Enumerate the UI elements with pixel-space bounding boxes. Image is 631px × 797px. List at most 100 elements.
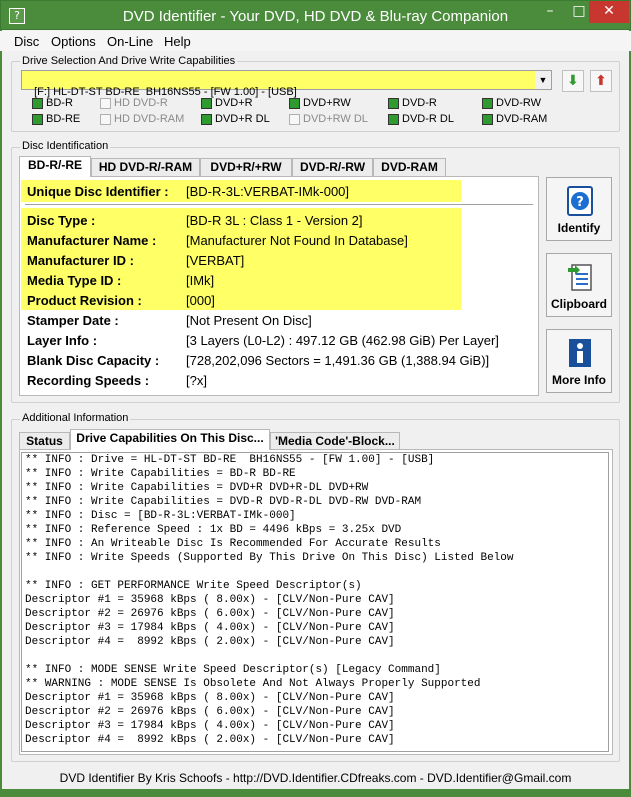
cap-label: DVD+RW: [303, 97, 351, 109]
cap-label: BD-R: [46, 97, 73, 109]
cap-bd-r: BD-R: [32, 97, 73, 111]
checkbox-checked-icon: [32, 98, 43, 109]
cap-dvd-plus-rw-dl: DVD+RW DL: [289, 113, 368, 127]
cap-label: DVD+R DL: [215, 113, 270, 125]
menu-bar: Disc Options On-Line Help: [0, 31, 631, 51]
menu-options[interactable]: Options: [51, 34, 96, 49]
log-line: Descriptor #2 = 26976 kBps ( 6.00x) - [C…: [25, 706, 395, 718]
cap-bd-re: BD-RE: [32, 113, 80, 127]
log-line: Descriptor #4 = 8992 kBps ( 2.00x) - [CL…: [25, 734, 395, 746]
value-manufacturer-name: [Manufacturer Not Found In Database]: [186, 233, 408, 248]
window-border-bottom: [0, 789, 631, 797]
checkbox-checked-icon: [388, 114, 399, 125]
identify-icon: ?: [567, 186, 593, 216]
checkbox-checked-icon: [201, 98, 212, 109]
disc-identification-label: Disc Identification: [20, 140, 111, 152]
chevron-down-icon[interactable]: ▼: [535, 71, 551, 89]
value-layer-info: [3 Layers (L0-L2) : 497.12 GB (462.98 Gi…: [186, 333, 499, 348]
identify-label: Identify: [557, 221, 601, 235]
cap-dvd-ram: DVD-RAM: [482, 113, 547, 127]
cap-hd-dvd-ram: HD DVD-RAM: [100, 113, 184, 127]
cap-label: HD DVD-R: [114, 97, 168, 109]
cap-label: DVD-R DL: [402, 113, 454, 125]
log-line: ** INFO : Reference Speed : 1x BD = 4496…: [25, 524, 402, 536]
log-line: Descriptor #3 = 17984 kBps ( 4.00x) - [C…: [25, 622, 395, 634]
log-line: ** INFO : Drive = HL-DT-ST BD-RE BH16NS5…: [25, 454, 435, 466]
cap-hd-dvd-r: HD DVD-R: [100, 97, 168, 111]
window-border-left: [0, 30, 2, 797]
arrow-down-icon: ⬇: [567, 73, 579, 89]
log-line: Descriptor #3 = 17984 kBps ( 4.00x) - [C…: [25, 720, 395, 732]
checkbox-checked-icon: [482, 114, 493, 125]
log-line: ** INFO : An Writeable Disc Is Recommend…: [25, 538, 441, 550]
minimize-button[interactable]: –: [536, 1, 564, 23]
log-line: Descriptor #1 = 35968 kBps ( 8.00x) - [C…: [25, 692, 395, 704]
separator: [25, 204, 533, 206]
label-product-revision: Product Revision :: [27, 293, 142, 308]
tab-bd-r-re[interactable]: BD-R/-RE: [19, 156, 91, 177]
checkbox-checked-icon: [482, 98, 493, 109]
checkbox-checked-icon: [32, 114, 43, 125]
value-media-type-id: [IMk]: [186, 273, 215, 288]
label-disc-type: Disc Type :: [27, 213, 96, 228]
log-output[interactable]: ** INFO : Drive = HL-DT-ST BD-RE BH16NS5…: [21, 452, 609, 752]
arrow-up-icon: ⬆: [595, 73, 607, 89]
cap-dvd-r-dl: DVD-R DL: [388, 113, 454, 127]
svg-text:?: ?: [576, 195, 584, 210]
cap-dvd-rw: DVD-RW: [482, 97, 541, 111]
cap-dvd-plus-r-dl: DVD+R DL: [201, 113, 270, 127]
tab-dvd-r-rw[interactable]: DVD-R/-RW: [292, 158, 373, 177]
cap-label: DVD+RW DL: [303, 113, 368, 125]
checkbox-unchecked-icon: [289, 114, 300, 125]
checkbox-checked-icon: [201, 114, 212, 125]
additional-information-label: Additional Information: [20, 412, 131, 424]
more-info-button[interactable]: More Info: [546, 329, 612, 393]
label-manufacturer-id: Manufacturer ID :: [27, 253, 134, 268]
value-disc-type: [BD-R 3L : Class 1 - Version 2]: [186, 213, 363, 228]
more-info-label: More Info: [552, 373, 606, 387]
value-stamper-date: [Not Present On Disc]: [186, 313, 312, 328]
status-bar: DVD Identifier By Kris Schoofs - http://…: [59, 771, 572, 785]
tab-dvd-plus-r-rw[interactable]: DVD+R/+RW: [200, 158, 292, 177]
label-blank-disc-capacity: Blank Disc Capacity :: [27, 353, 160, 368]
checkbox-checked-icon: [289, 98, 300, 109]
menu-online[interactable]: On-Line: [107, 34, 153, 49]
cap-label: BD-RE: [46, 113, 81, 125]
log-line: ** WARNING : MODE SENSE Is Obsolete And …: [25, 678, 481, 690]
menu-disc[interactable]: Disc: [14, 34, 39, 49]
checkbox-unchecked-icon: [100, 98, 111, 109]
identify-button[interactable]: ? Identify: [546, 177, 612, 241]
label-unique-disc-identifier: Unique Disc Identifier :: [27, 184, 169, 199]
log-line: Descriptor #2 = 26976 kBps ( 6.00x) - [C…: [25, 608, 395, 620]
tab-hd-dvd-r-ram[interactable]: HD DVD-R/-RAM: [91, 158, 200, 177]
drive-selection-label: Drive Selection And Drive Write Capabili…: [20, 55, 238, 67]
value-unique-disc-identifier: [BD-R-3L:VERBAT-IMk-000]: [186, 184, 350, 199]
value-blank-disc-capacity: [728,202,096 Sectors = 1,491.36 GB (1,38…: [186, 353, 490, 368]
log-line: Descriptor #1 = 35968 kBps ( 8.00x) - [C…: [25, 594, 395, 606]
log-line: ** INFO : Disc = [BD-R-3L:VERBAT-IMk-000…: [25, 510, 296, 522]
info-icon: [569, 339, 591, 367]
log-line: ** INFO : Write Capabilities = DVD+R DVD…: [25, 482, 369, 494]
drive-dropdown[interactable]: [F:] HL-DT-ST BD-RE BH16NS55 - [FW 1.00]…: [21, 70, 552, 98]
tab-dvd-ram[interactable]: DVD-RAM: [373, 158, 446, 177]
checkbox-unchecked-icon: [100, 114, 111, 125]
cap-label: DVD+R: [215, 97, 253, 109]
cap-label: HD DVD-RAM: [114, 113, 185, 125]
cap-dvd-plus-r: DVD+R: [201, 97, 253, 111]
label-recording-speeds: Recording Speeds :: [27, 373, 150, 388]
cap-dvd-r: DVD-R: [388, 97, 437, 111]
label-stamper-date: Stamper Date :: [27, 313, 119, 328]
value-recording-speeds: [?x]: [186, 373, 207, 388]
close-button[interactable]: ✕: [589, 1, 629, 23]
menu-help[interactable]: Help: [164, 34, 191, 49]
checkbox-checked-icon: [388, 98, 399, 109]
cap-dvd-plus-rw: DVD+RW: [289, 97, 351, 111]
clipboard-button[interactable]: Clipboard: [546, 253, 612, 317]
log-line: ** INFO : Write Capabilities = DVD-R DVD…: [25, 496, 422, 508]
tab-drive-capabilities[interactable]: Drive Capabilities On This Disc...: [70, 429, 270, 450]
eject-down-button[interactable]: ⬇: [562, 70, 584, 92]
eject-up-button[interactable]: ⬆: [590, 70, 612, 92]
title-bar: ? DVD Identifier - Your DVD, HD DVD & Bl…: [0, 0, 631, 30]
